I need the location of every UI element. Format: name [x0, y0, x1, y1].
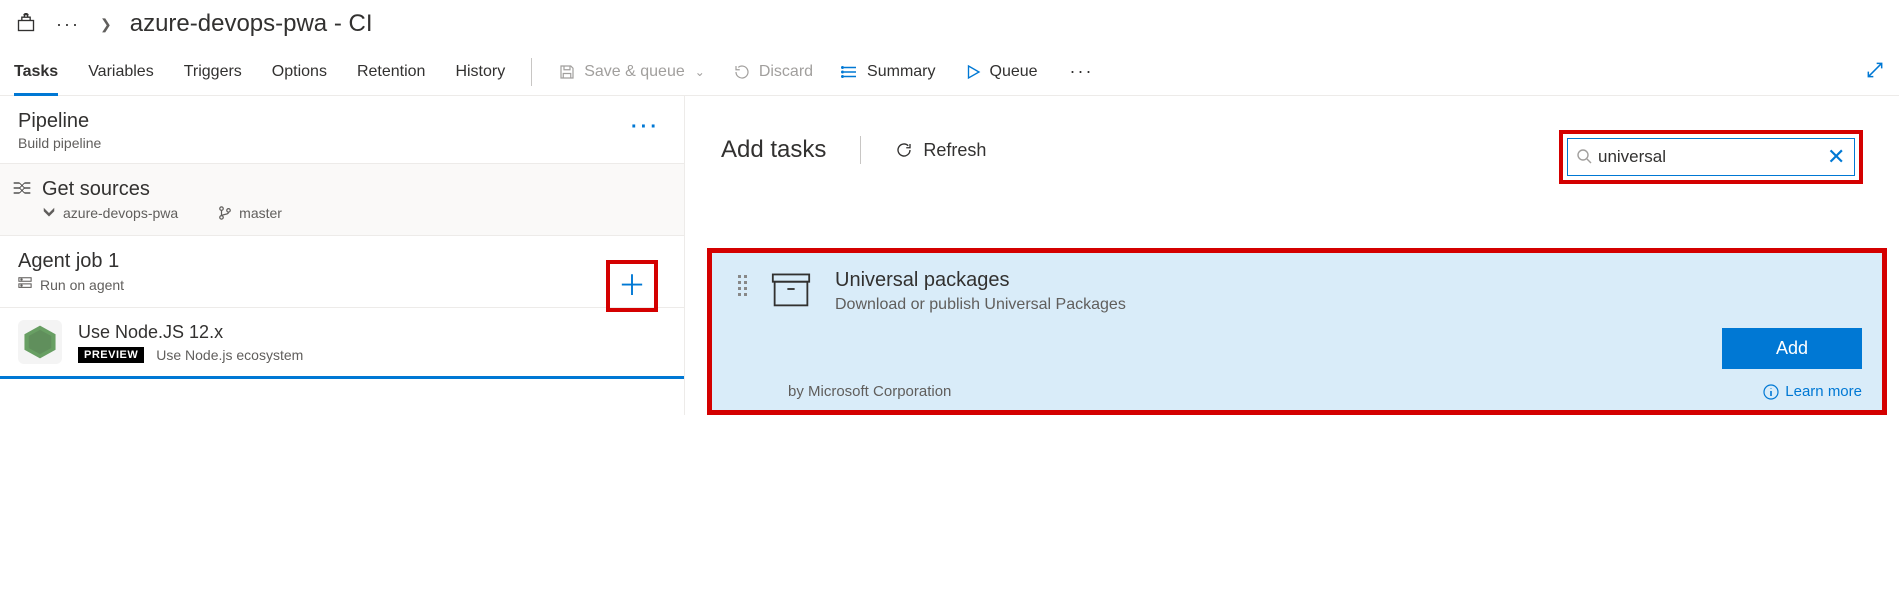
- search-input[interactable]: [1592, 147, 1825, 167]
- branch-icon: [218, 206, 232, 220]
- add-task-button[interactable]: ＋: [606, 260, 658, 312]
- pipeline-more[interactable]: ···: [631, 116, 660, 139]
- pipeline-subtitle: Build pipeline: [18, 135, 666, 151]
- get-sources-panel[interactable]: Get sources azure-devops-pwa master: [0, 164, 684, 236]
- summary-label: Summary: [867, 63, 935, 81]
- source-branch: master: [218, 205, 282, 221]
- discard-button[interactable]: Discard: [733, 63, 813, 81]
- chevron-right-icon: ❯: [100, 16, 112, 33]
- tab-retention[interactable]: Retention: [357, 48, 426, 95]
- clear-search-button[interactable]: ✕: [1825, 144, 1847, 170]
- add-tasks-heading: Add tasks: [721, 136, 826, 164]
- discard-label: Discard: [759, 63, 813, 81]
- command-more[interactable]: ···: [1066, 61, 1098, 82]
- task-desc: Use Node.js ecosystem: [156, 347, 303, 363]
- server-icon: [18, 276, 32, 293]
- tab-variables[interactable]: Variables: [88, 48, 154, 95]
- task-result-card[interactable]: Universal packages Download or publish U…: [712, 253, 1882, 410]
- add-button[interactable]: Add: [1722, 328, 1862, 369]
- task-node[interactable]: Use Node.JS 12.x PREVIEW Use Node.js eco…: [0, 308, 684, 379]
- result-publisher: by Microsoft Corporation: [788, 383, 951, 400]
- queue-button[interactable]: Queue: [964, 63, 1038, 81]
- branch-name: master: [239, 205, 282, 221]
- search-box[interactable]: ✕: [1567, 138, 1855, 176]
- chevron-down-icon: ⌄: [695, 65, 705, 79]
- fullscreen-button[interactable]: [1865, 60, 1885, 83]
- repo-name: azure-devops-pwa: [63, 205, 178, 221]
- nodejs-icon: [18, 320, 62, 364]
- task-title: Use Node.JS 12.x: [78, 322, 303, 343]
- breadcrumb: ··· ❯ azure-devops-pwa - CI: [0, 0, 1899, 48]
- queue-label: Queue: [990, 63, 1038, 81]
- breadcrumb-more[interactable]: ···: [54, 14, 82, 35]
- save-queue-label: Save & queue: [584, 63, 685, 81]
- learn-more-label: Learn more: [1785, 383, 1862, 400]
- summary-button[interactable]: Summary: [841, 63, 935, 81]
- page-title: azure-devops-pwa - CI: [130, 10, 373, 38]
- result-title: Universal packages: [835, 269, 1126, 292]
- tab-triggers[interactable]: Triggers: [184, 48, 242, 95]
- agent-job-panel[interactable]: Agent job 1 Run on agent ＋: [0, 236, 684, 308]
- tab-bar: Tasks Variables Triggers Options Retenti…: [0, 48, 1899, 96]
- search-icon: [1576, 148, 1592, 167]
- source-repo: azure-devops-pwa: [42, 205, 178, 221]
- learn-more-link[interactable]: Learn more: [1763, 383, 1862, 400]
- refresh-label: Refresh: [923, 140, 986, 161]
- pipeline-title: Pipeline: [18, 110, 666, 133]
- plus-icon: ＋: [618, 272, 646, 300]
- drag-handle-icon[interactable]: [738, 269, 747, 314]
- refresh-button[interactable]: Refresh: [895, 140, 986, 161]
- result-highlight: Universal packages Download or publish U…: [707, 248, 1887, 415]
- tab-history[interactable]: History: [455, 48, 505, 95]
- divider: [531, 58, 532, 86]
- repo-icon: [42, 206, 56, 220]
- agent-job-sub: Run on agent: [40, 277, 124, 293]
- pipeline-panel[interactable]: Pipeline Build pipeline ···: [0, 96, 684, 164]
- search-highlight: ✕: [1559, 130, 1863, 184]
- save-queue-button[interactable]: Save & queue ⌄: [558, 63, 705, 81]
- preview-badge: PREVIEW: [78, 347, 144, 363]
- divider: [860, 136, 861, 164]
- sources-icon: [12, 179, 32, 200]
- pipeline-icon: [16, 13, 36, 36]
- tab-options[interactable]: Options: [272, 48, 327, 95]
- result-desc: Download or publish Universal Packages: [835, 296, 1126, 314]
- tab-tasks[interactable]: Tasks: [14, 48, 58, 95]
- agent-job-title: Agent job 1: [18, 250, 666, 273]
- package-icon: [769, 269, 813, 314]
- sources-title: Get sources: [42, 178, 150, 201]
